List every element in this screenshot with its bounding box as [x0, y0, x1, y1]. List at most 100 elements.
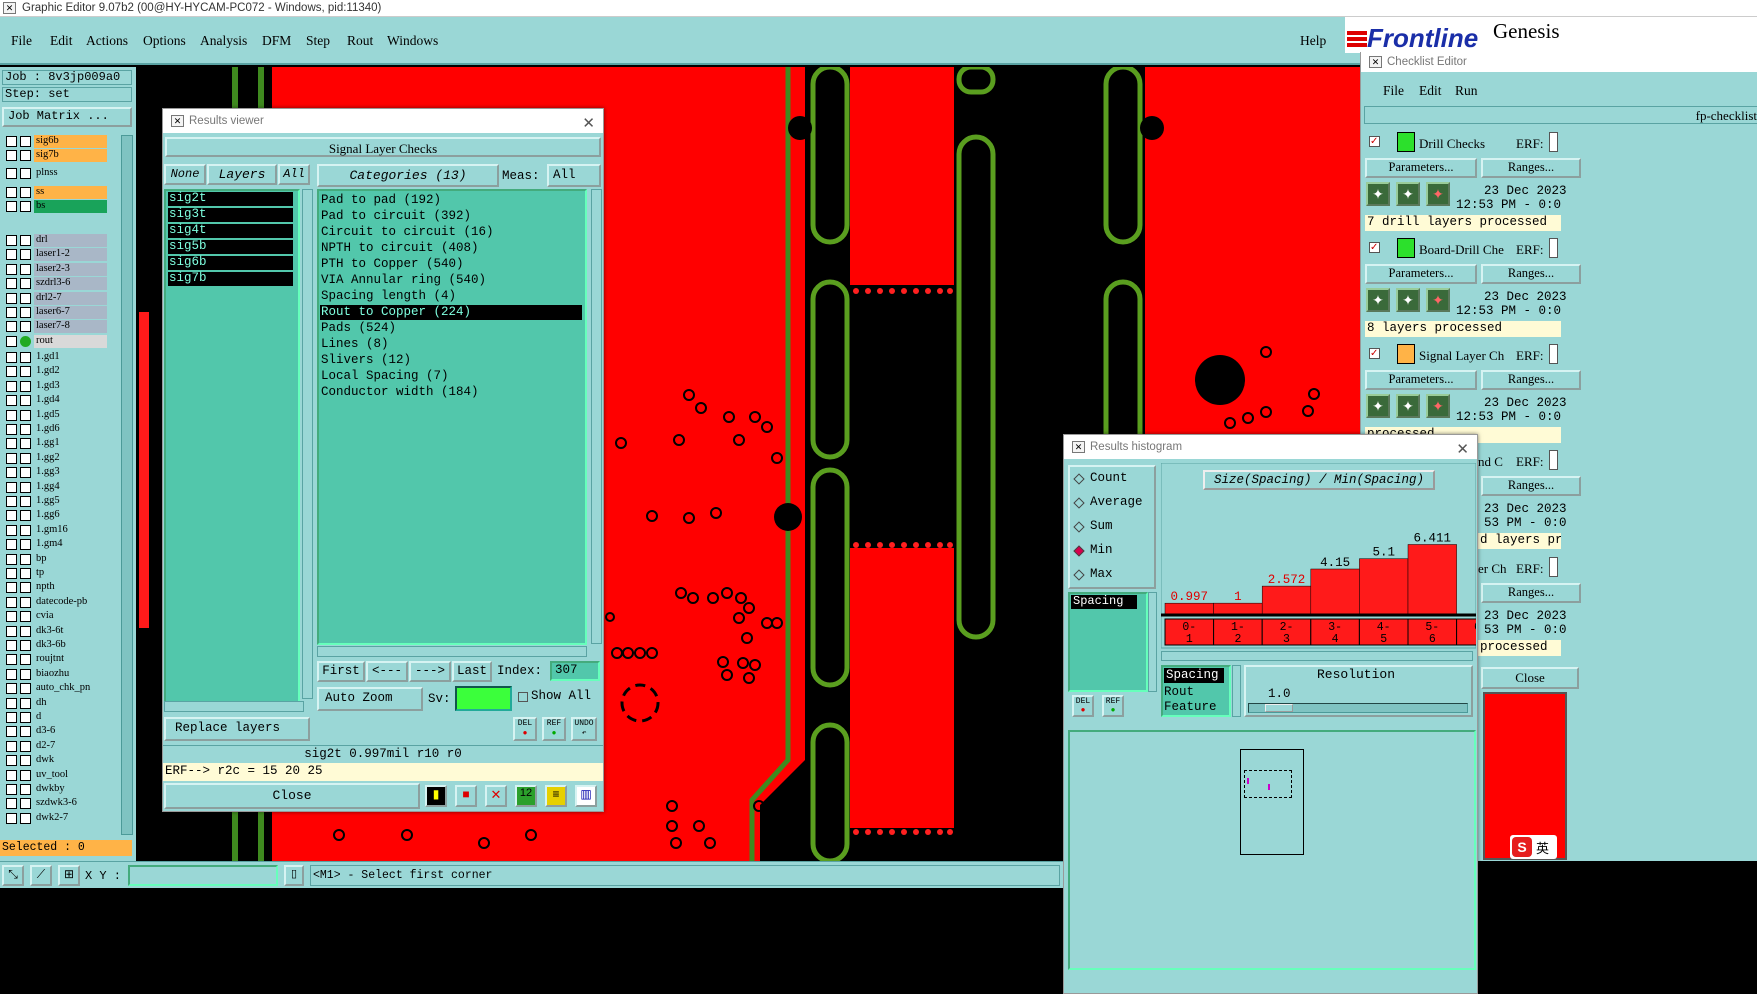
layer-checkbox[interactable]	[20, 452, 31, 464]
resolution-item-spacing[interactable]: Spacing	[1164, 668, 1224, 683]
categories-hscroll[interactable]	[317, 646, 587, 657]
category-item[interactable]: Slivers (12)	[320, 353, 582, 368]
checklist-item-checkbox[interactable]: ✓	[1369, 136, 1380, 147]
category-item[interactable]: PTH to Copper (540)	[320, 257, 582, 272]
ime-indicator[interactable]: S 英	[1510, 835, 1557, 859]
histogram-icon[interactable]: ▥	[575, 785, 597, 807]
layer-checkbox[interactable]	[6, 784, 17, 795]
layer-item-1.gm16[interactable]: 1.gm16	[34, 523, 107, 537]
chart-icon-1[interactable]: ▮	[425, 785, 447, 807]
number-icon[interactable]: 12	[515, 785, 537, 807]
layer-checkbox[interactable]	[20, 683, 31, 695]
checklist-item-label[interactable]: nd C	[1478, 454, 1503, 470]
layer-item-dk3-6b[interactable]: dk3-6b	[34, 639, 107, 652]
layer-item-uv_tool[interactable]: uv_tool	[34, 768, 107, 782]
layer-item-1.gg3[interactable]: 1.gg3	[34, 466, 107, 480]
resolution-item-rout[interactable]: Rout	[1164, 685, 1194, 699]
layer-checkbox[interactable]	[6, 524, 17, 536]
layer-listbox-hscroll[interactable]	[164, 701, 304, 712]
layer-checkbox[interactable]	[20, 438, 31, 450]
category-item[interactable]: Pad to pad (192)	[320, 193, 582, 208]
layer-listbox-scrollbar[interactable]	[302, 189, 313, 699]
prev-button[interactable]: <---	[366, 661, 408, 682]
layer-checkbox[interactable]	[6, 395, 17, 407]
layer-checkbox[interactable]	[20, 812, 31, 824]
layer-checkbox[interactable]	[6, 712, 17, 723]
checklist-item-label[interactable]: er Ch	[1478, 561, 1507, 577]
checklist-parameters-button[interactable]: Parameters...	[1365, 158, 1477, 178]
layer-checkbox[interactable]	[6, 596, 17, 608]
layer-checkbox[interactable]	[6, 611, 17, 623]
category-item[interactable]: Spacing length (4)	[320, 289, 582, 304]
layer-checkbox[interactable]	[20, 539, 31, 551]
layer-item-sig6b[interactable]: sig6b	[34, 135, 107, 148]
menu-step[interactable]: Step	[306, 33, 330, 49]
checklist-ranges-button[interactable]: Ranges...	[1481, 264, 1581, 284]
histogram-ref-button[interactable]: REF ●	[1102, 695, 1124, 717]
layer-item-tp[interactable]: tp	[34, 567, 107, 580]
layer-item-bp[interactable]: bp	[34, 552, 107, 566]
layer-checkbox[interactable]	[20, 553, 31, 565]
checklist-erf-select[interactable]	[1549, 450, 1558, 470]
layer-item-1.gm4[interactable]: 1.gm4	[34, 538, 107, 552]
layer-item-1.gg5[interactable]: 1.gg5	[34, 495, 107, 508]
layer-checkbox[interactable]	[20, 712, 31, 723]
layer-checkbox[interactable]	[6, 187, 17, 198]
layer-checkbox[interactable]	[6, 150, 17, 162]
sv-color-select[interactable]	[455, 686, 512, 711]
layer-checkbox[interactable]	[6, 755, 17, 767]
category-item[interactable]: Lines (8)	[320, 337, 582, 352]
checklist-erf-select[interactable]	[1549, 132, 1558, 152]
rv-layer-sig4t[interactable]: sig4t	[168, 224, 293, 238]
layer-checkbox[interactable]	[20, 510, 31, 522]
category-item[interactable]: Pad to circuit (392)	[320, 209, 582, 224]
layer-item-1.gd2[interactable]: 1.gd2	[34, 365, 107, 379]
meas-select[interactable]: All	[547, 164, 601, 187]
layer-checkbox[interactable]	[20, 582, 31, 594]
layer-checkbox[interactable]	[6, 335, 17, 347]
checklist-item-checkbox[interactable]: ✓	[1369, 348, 1380, 359]
layer-item-rout[interactable]: rout	[34, 334, 107, 348]
rv-layer-sig5b[interactable]: sig5b	[168, 240, 293, 254]
layer-checkbox[interactable]	[6, 582, 17, 594]
histogram-hscroll[interactable]	[1161, 651, 1473, 661]
layer-checkbox[interactable]	[6, 366, 17, 378]
layer-item-1.gd1[interactable]: 1.gd1	[34, 351, 107, 364]
layer-checkbox[interactable]	[6, 539, 17, 551]
layer-item-bs[interactable]: bs	[34, 200, 107, 214]
category-item[interactable]: Pads (524)	[320, 321, 582, 336]
auto-zoom-select[interactable]: Auto Zoom	[317, 687, 423, 711]
checklist-parameters-button[interactable]: Parameters...	[1365, 264, 1477, 284]
checklist-item-label[interactable]: Signal Layer Ch	[1419, 348, 1511, 364]
layer-checkbox[interactable]	[20, 307, 31, 318]
mode-label-count[interactable]: Count	[1090, 471, 1128, 485]
layer-checkbox[interactable]	[6, 235, 17, 246]
layer-item-1.gg4[interactable]: 1.gg4	[34, 480, 107, 494]
layer-item-szdrl3-6[interactable]: szdrl3-6	[34, 277, 107, 291]
layer-item-laser7-8[interactable]: laser7-8	[34, 320, 107, 334]
last-button[interactable]: Last	[452, 661, 492, 682]
layer-checkbox[interactable]	[20, 352, 31, 363]
close-icon[interactable]: ✕	[1456, 438, 1469, 462]
checklist-erf-select[interactable]	[1549, 557, 1558, 577]
xy-input[interactable]	[128, 865, 278, 886]
layer-checkbox[interactable]	[20, 249, 31, 261]
cross-grid-icon[interactable]: ✕	[485, 785, 507, 807]
layer-checkbox[interactable]	[20, 467, 31, 479]
layer-checkbox[interactable]	[20, 235, 31, 246]
layer-checkbox[interactable]	[6, 798, 17, 810]
index-input[interactable]: 307	[550, 661, 600, 681]
layer-item-biaozhu[interactable]: biaozhu	[34, 667, 107, 681]
layer-checkbox[interactable]	[20, 798, 31, 810]
category-item[interactable]: Circuit to circuit (16)	[320, 225, 582, 240]
checklist-item-label[interactable]: Drill Checks	[1419, 136, 1511, 152]
layer-checkbox[interactable]	[20, 769, 31, 781]
layer-checkbox[interactable]	[6, 481, 17, 493]
layer-checkbox[interactable]	[20, 668, 31, 680]
layer-checkbox[interactable]	[20, 150, 31, 162]
layer-checkbox[interactable]	[20, 395, 31, 407]
checklist-ranges-button[interactable]: Ranges...	[1481, 583, 1581, 603]
layer-item-drl2-7[interactable]: drl2-7	[34, 291, 107, 305]
layer-checkbox[interactable]	[20, 409, 31, 421]
layer-checkbox[interactable]	[20, 625, 31, 637]
